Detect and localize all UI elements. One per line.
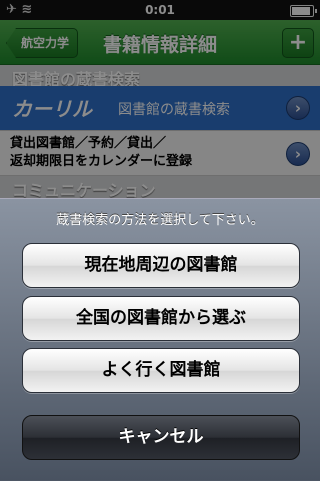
action-sheet: 蔵書検索の方法を選択して下さい。 現在地周辺の図書館 全国の図書館から選ぶ よく… — [0, 198, 320, 481]
nationwide-libraries-button[interactable]: 全国の図書館から選ぶ — [22, 296, 300, 341]
favorite-libraries-button[interactable]: よく行く図書館 — [22, 348, 300, 393]
cancel-button[interactable]: キャンセル — [22, 415, 300, 460]
action-sheet-title: 蔵書検索の方法を選択して下さい。 — [56, 213, 264, 228]
nearby-libraries-button[interactable]: 現在地周辺の図書館 — [22, 243, 300, 288]
